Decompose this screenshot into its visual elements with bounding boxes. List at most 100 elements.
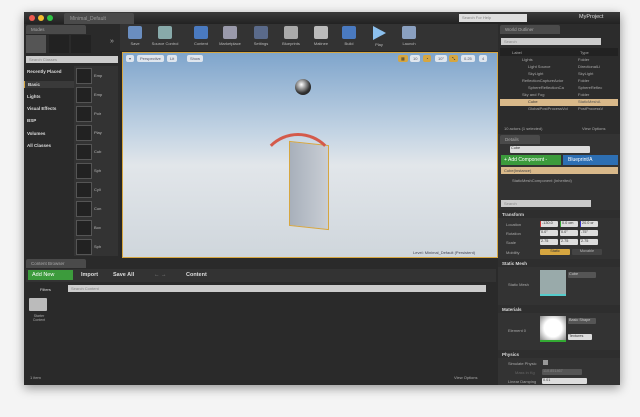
close-button[interactable] xyxy=(29,15,35,21)
outliner-row[interactable]: SphereReflectionCaSphereReflec xyxy=(500,85,618,92)
physics-section[interactable]: Physics xyxy=(498,350,620,358)
search-content-input[interactable]: Search Content xyxy=(68,285,486,292)
camera-speed[interactable]: 4 xyxy=(479,55,487,62)
outliner-row[interactable]: SkyLightSkyLight xyxy=(500,71,618,78)
mass-input[interactable]: 110.851467 xyxy=(542,369,582,375)
save-all-button[interactable]: Save All xyxy=(113,272,134,278)
class-item[interactable]: Sph xyxy=(76,163,116,180)
show-button[interactable]: Show xyxy=(187,55,203,62)
history-nav-icons[interactable]: ← → xyxy=(154,272,167,278)
location-z[interactable]: 20.0 cr xyxy=(580,221,598,227)
content-view-options[interactable]: View Options xyxy=(454,375,478,380)
static-mesh-section[interactable]: Static Mesh xyxy=(498,259,620,267)
outliner-view-options[interactable]: View Options xyxy=(582,126,606,131)
class-item[interactable]: Cyli xyxy=(76,182,116,199)
reflection-sphere[interactable] xyxy=(295,79,311,95)
movable-button[interactable]: Movable xyxy=(572,249,602,255)
details-tab[interactable]: Details xyxy=(500,135,540,144)
rotation-snap-value[interactable]: 10° xyxy=(435,55,447,62)
material-dropdown[interactable]: Basic Shape xyxy=(568,318,596,324)
class-item[interactable]: Con xyxy=(76,201,116,218)
class-item[interactable]: Play xyxy=(76,125,116,142)
outliner-search-input[interactable]: Search xyxy=(501,38,601,45)
category-basic[interactable]: Basic xyxy=(24,81,74,88)
category-lights[interactable]: Lights xyxy=(27,94,41,99)
maximize-button[interactable] xyxy=(47,15,53,21)
grid-snap-toggle[interactable]: ▦ xyxy=(398,55,408,62)
rotation-snap-toggle[interactable]: ◔ xyxy=(423,55,431,62)
content-browser-tab[interactable]: Content Browser xyxy=(26,259,86,268)
location-y[interactable]: 0.0 cm xyxy=(560,221,578,227)
materials-section[interactable]: Materials xyxy=(498,305,620,313)
rotation-x[interactable]: 0.0° xyxy=(540,230,558,236)
actor-name-input[interactable]: Cube xyxy=(510,146,590,153)
blueprint-button[interactable]: Blueprint/A xyxy=(563,155,618,165)
source-control-button[interactable]: Source Control xyxy=(148,26,182,46)
component-inherited[interactable]: StaticMeshComponent (Inherited) xyxy=(512,178,572,183)
matinee-button[interactable]: Matinee xyxy=(308,26,334,46)
place-mode-icon[interactable] xyxy=(26,35,46,53)
scale-snap-value[interactable]: 0.25 xyxy=(461,55,475,62)
outliner-row[interactable]: GlobalPostProcessVolPostProcessV xyxy=(500,106,618,113)
blueprints-button[interactable]: Blueprints xyxy=(276,26,306,46)
folder-label[interactable]: Starter Content xyxy=(28,314,50,322)
class-item[interactable]: Emp xyxy=(76,87,116,104)
scale-y[interactable]: 2.75 xyxy=(560,239,578,245)
settings-button[interactable]: Settings xyxy=(248,26,274,46)
details-search-input[interactable]: Search xyxy=(501,200,591,207)
grid-size[interactable]: 10 xyxy=(410,55,420,62)
perspective-button[interactable]: Perspective xyxy=(137,55,164,62)
category-volumes[interactable]: Volumes xyxy=(27,131,45,136)
label-column-header[interactable]: Label xyxy=(512,50,522,55)
category-visual-effects[interactable]: Visual Effects xyxy=(27,106,56,111)
folder-icon[interactable] xyxy=(29,298,47,311)
import-button[interactable]: Import xyxy=(81,272,98,278)
play-button[interactable]: Play xyxy=(366,26,392,47)
location-x[interactable]: -130.0 xyxy=(540,221,558,227)
content-button[interactable]: Content xyxy=(188,26,214,46)
linear-damping-input[interactable]: 0.01 xyxy=(542,378,587,384)
category-bsp[interactable]: BSP xyxy=(27,118,36,123)
world-outliner-tab[interactable]: World Outliner xyxy=(500,25,560,34)
simulate-physics-checkbox[interactable] xyxy=(543,360,548,365)
level-viewport[interactable]: ▾ Perspective Lit Show ▦ 10 ◔ 10° ⤡ 0.25… xyxy=(122,52,498,258)
viewport-options-button[interactable]: ▾ xyxy=(126,55,134,62)
add-new-button[interactable]: Add New xyxy=(28,270,73,280)
class-item[interactable]: Cub xyxy=(76,144,116,161)
build-button[interactable]: Build xyxy=(336,26,362,46)
content-path-button[interactable]: Content xyxy=(186,272,207,278)
static-button[interactable]: Static xyxy=(540,249,570,255)
outliner-row[interactable]: Light SourceDirectionalLi xyxy=(500,64,618,71)
class-item[interactable]: Box xyxy=(76,220,116,237)
category-recently-placed[interactable]: Recently Placed xyxy=(27,69,62,74)
class-item[interactable]: Poir xyxy=(76,106,116,123)
more-modes-icon[interactable]: » xyxy=(110,38,114,45)
filters-button[interactable]: Filters xyxy=(40,287,51,292)
modes-tab[interactable]: Modes xyxy=(26,25,86,34)
save-button[interactable]: Save xyxy=(122,26,148,46)
help-search-input[interactable]: Search For Help xyxy=(459,14,527,22)
rotation-y[interactable]: 0.0° xyxy=(560,230,578,236)
mesh-dropdown[interactable]: Cube xyxy=(568,272,596,278)
outliner-row[interactable]: ReflectionCaptureActorFolder xyxy=(500,78,618,85)
rotation-gizmo[interactable] xyxy=(258,133,338,213)
scale-x[interactable]: 2.75 xyxy=(540,239,558,245)
class-item[interactable]: Sph xyxy=(76,239,116,256)
lit-button[interactable]: Lit xyxy=(167,55,177,62)
launch-button[interactable]: Launch xyxy=(396,26,422,46)
paint-mode-icon[interactable] xyxy=(49,35,69,53)
component-instance[interactable]: Cube(Instance) xyxy=(501,167,618,174)
category-all-classes[interactable]: All Classes xyxy=(27,143,51,148)
outliner-row[interactable]: Sky and FogFolder xyxy=(500,92,618,99)
rotation-z[interactable]: -75° xyxy=(580,230,598,236)
search-classes-input[interactable]: Search Classes xyxy=(26,56,118,63)
outliner-row-selected[interactable]: CubeStaticMeshA xyxy=(500,99,618,106)
type-column-header[interactable]: Type xyxy=(580,50,589,55)
add-component-button[interactable]: + Add Component - xyxy=(501,155,561,165)
class-item[interactable]: Emp xyxy=(76,68,116,85)
transform-section[interactable]: Transform xyxy=(498,210,620,218)
textures-button[interactable]: Textures xyxy=(568,334,592,340)
landscape-mode-icon[interactable] xyxy=(71,35,91,53)
minimize-button[interactable] xyxy=(38,15,44,21)
outliner-row[interactable]: LightsFolder xyxy=(500,57,618,64)
